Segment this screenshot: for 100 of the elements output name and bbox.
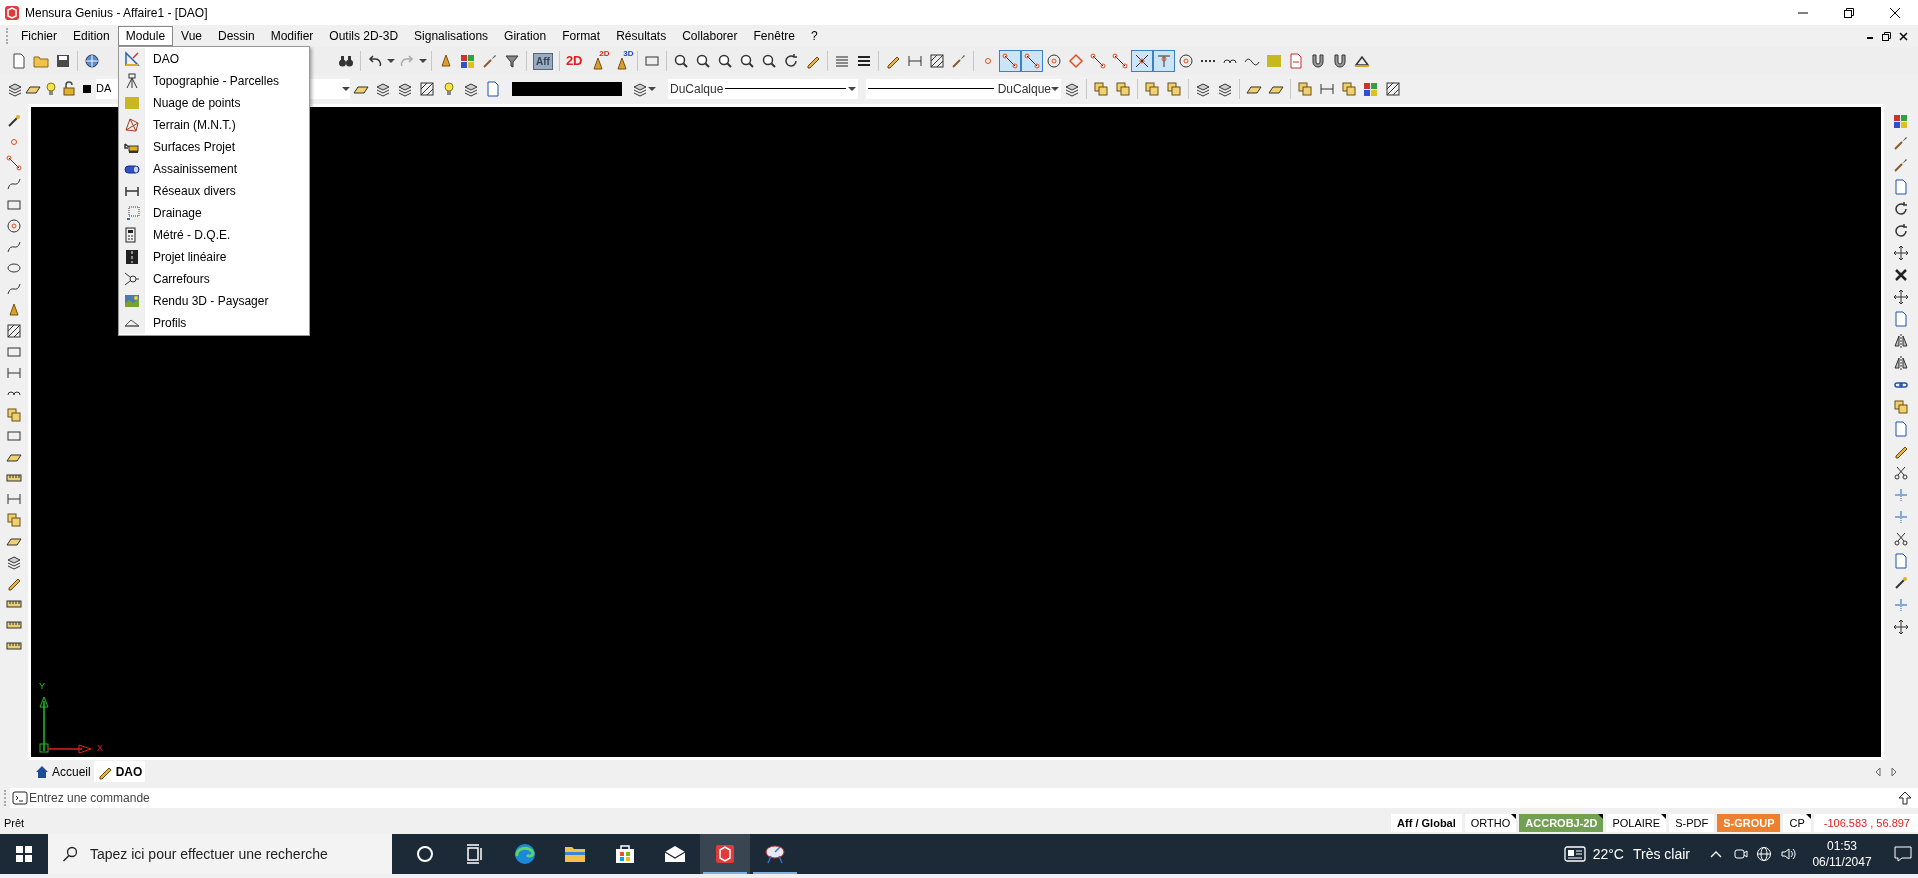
- palette-icon[interactable]: [460, 53, 476, 69]
- dropdown-menu-item[interactable]: Terrain (M.N.T.): [119, 114, 309, 136]
- chevron-up-icon[interactable]: [1710, 850, 1722, 858]
- up-arrow-icon[interactable]: [1898, 791, 1912, 805]
- search-input[interactable]: Tapez ici pour effectuer une recherche: [90, 843, 392, 865]
- menu-item[interactable]: Modifier: [262, 26, 322, 46]
- document-icon[interactable]: [1893, 179, 1909, 195]
- menu-item[interactable]: Format: [554, 26, 609, 46]
- menu-item[interactable]: Collaborer: [674, 26, 746, 46]
- status-toggle[interactable]: CP: [1783, 814, 1811, 832]
- dropdown-menu-item[interactable]: Assainissement: [119, 158, 309, 180]
- menu-item[interactable]: Dessin: [210, 26, 263, 46]
- mirror-icon[interactable]: [1893, 333, 1909, 349]
- dropdown-menu-item[interactable]: Carrefours: [119, 268, 309, 290]
- restore-icon[interactable]: [1882, 31, 1891, 41]
- taskbar-app-button[interactable]: [700, 834, 750, 874]
- zoom-icon[interactable]: [716, 53, 733, 69]
- document-icon[interactable]: [485, 80, 501, 97]
- zoom-icon[interactable]: [738, 53, 755, 69]
- caret-icon[interactable]: [387, 59, 395, 63]
- menu-item[interactable]: ?: [802, 26, 826, 46]
- linetype-dropdown[interactable]: DuCalque: [668, 78, 858, 99]
- x-mark-icon[interactable]: [1893, 267, 1909, 283]
- dropdown-menu-item[interactable]: Rendu 3D - Paysager: [119, 290, 309, 312]
- speaker-icon[interactable]: [1780, 846, 1796, 862]
- dropdown-menu-item[interactable]: Métré - D.Q.E.: [119, 224, 309, 246]
- palette-icon[interactable]: [1893, 113, 1909, 129]
- brush-icon[interactable]: [1893, 157, 1909, 173]
- taskbar-search-field[interactable]: Tapez ici pour effectuer une recherche: [48, 834, 392, 874]
- binoculars-icon[interactable]: [338, 53, 354, 69]
- dropdown-menu-item[interactable]: Drainage: [119, 202, 309, 224]
- menu-item[interactable]: Signalisations: [406, 26, 497, 46]
- view-2d-button[interactable]: 2D: [562, 51, 586, 71]
- status-toggle[interactable]: POLAIRE: [1606, 814, 1667, 832]
- scissors-icon[interactable]: [1893, 465, 1909, 481]
- close-icon[interactable]: [1899, 31, 1908, 41]
- camera-icon[interactable]: [1734, 846, 1748, 862]
- stacked-squares-icon[interactable]: [1297, 80, 1313, 97]
- menu-item[interactable]: Fichier: [13, 26, 65, 46]
- four-arrows-icon[interactable]: [1893, 245, 1909, 261]
- wand-icon[interactable]: [6, 112, 22, 129]
- zoom-icon[interactable]: [694, 53, 711, 69]
- document-icon[interactable]: [1893, 421, 1909, 437]
- save-icon[interactable]: [55, 53, 71, 69]
- stacked-squares-icon[interactable]: [1341, 80, 1357, 97]
- scissors-icon[interactable]: [1893, 531, 1909, 547]
- hatch-icon[interactable]: [419, 80, 435, 97]
- scroll-left-icon[interactable]: [1874, 767, 1882, 777]
- dropdown-menu-item[interactable]: Réseaux divers: [119, 180, 309, 202]
- rotate-icon[interactable]: [1893, 223, 1909, 239]
- hand-button[interactable]: 2D: [585, 50, 610, 72]
- folder-icon[interactable]: [33, 53, 49, 69]
- scroll-right-icon[interactable]: [1890, 767, 1898, 777]
- stacked-squares-icon[interactable]: [1144, 80, 1160, 97]
- brush-icon[interactable]: [950, 53, 967, 69]
- menu-item[interactable]: Edition: [65, 26, 118, 46]
- status-toggle[interactable]: S-PDF: [1669, 814, 1715, 832]
- stacked-squares-icon[interactable]: [1166, 80, 1182, 97]
- page-icon[interactable]: [11, 53, 27, 69]
- palette-icon[interactable]: [1363, 80, 1379, 97]
- lines-icon[interactable]: [833, 53, 850, 69]
- dropdown-menu-item[interactable]: Profils: [119, 312, 309, 334]
- cone-icon[interactable]: [438, 53, 454, 69]
- stacked-squares-icon[interactable]: [1093, 80, 1109, 97]
- globe-icon[interactable]: [84, 53, 100, 69]
- status-toggle[interactable]: ORTHO: [1464, 814, 1517, 832]
- cone-icon[interactable]: [6, 301, 22, 318]
- four-arrows-icon[interactable]: [1893, 619, 1909, 635]
- snap-button[interactable]: [1130, 50, 1153, 72]
- menu-item[interactable]: Résultats: [608, 26, 675, 46]
- lightbulb-icon[interactable]: [441, 80, 457, 97]
- stacked-squares-icon[interactable]: [6, 406, 22, 423]
- padlock-icon[interactable]: [61, 80, 77, 97]
- line-icon[interactable]: [6, 154, 22, 171]
- rectangle-icon[interactable]: [643, 53, 660, 69]
- news-icon[interactable]: [1563, 845, 1586, 863]
- circle-icon[interactable]: [6, 217, 22, 234]
- zoom-icon[interactable]: [672, 53, 689, 69]
- dropdown-menu-item[interactable]: Surfaces Projet: [119, 136, 309, 158]
- text-button[interactable]: Aff: [533, 52, 553, 70]
- menu-item[interactable]: Module: [117, 26, 174, 46]
- lightbulb-icon[interactable]: [43, 80, 59, 97]
- document-icon[interactable]: [1893, 311, 1909, 327]
- arc-icon[interactable]: [7, 391, 21, 396]
- mirror-icon[interactable]: [1893, 355, 1909, 371]
- caret-icon[interactable]: [419, 59, 427, 63]
- brush-icon[interactable]: [1893, 135, 1909, 151]
- thick-lines-icon[interactable]: [855, 53, 872, 69]
- brush-icon[interactable]: [482, 53, 498, 69]
- dropdown-menu-item[interactable]: Projet linéaire: [119, 246, 309, 268]
- dimension-icon[interactable]: [906, 53, 923, 69]
- dropdown-menu-item[interactable]: DAO: [119, 48, 309, 70]
- stacked-squares-icon[interactable]: [1893, 399, 1909, 415]
- zoom-icon[interactable]: [760, 53, 777, 69]
- menu-item[interactable]: Fenêtre: [745, 26, 803, 46]
- rotate-icon[interactable]: [782, 53, 799, 69]
- clock-date[interactable]: 06/11/2047: [1812, 854, 1872, 870]
- rotate-icon[interactable]: [1893, 201, 1909, 217]
- menu-item[interactable]: Giration: [496, 26, 555, 46]
- stacked-squares-icon[interactable]: [1115, 80, 1131, 97]
